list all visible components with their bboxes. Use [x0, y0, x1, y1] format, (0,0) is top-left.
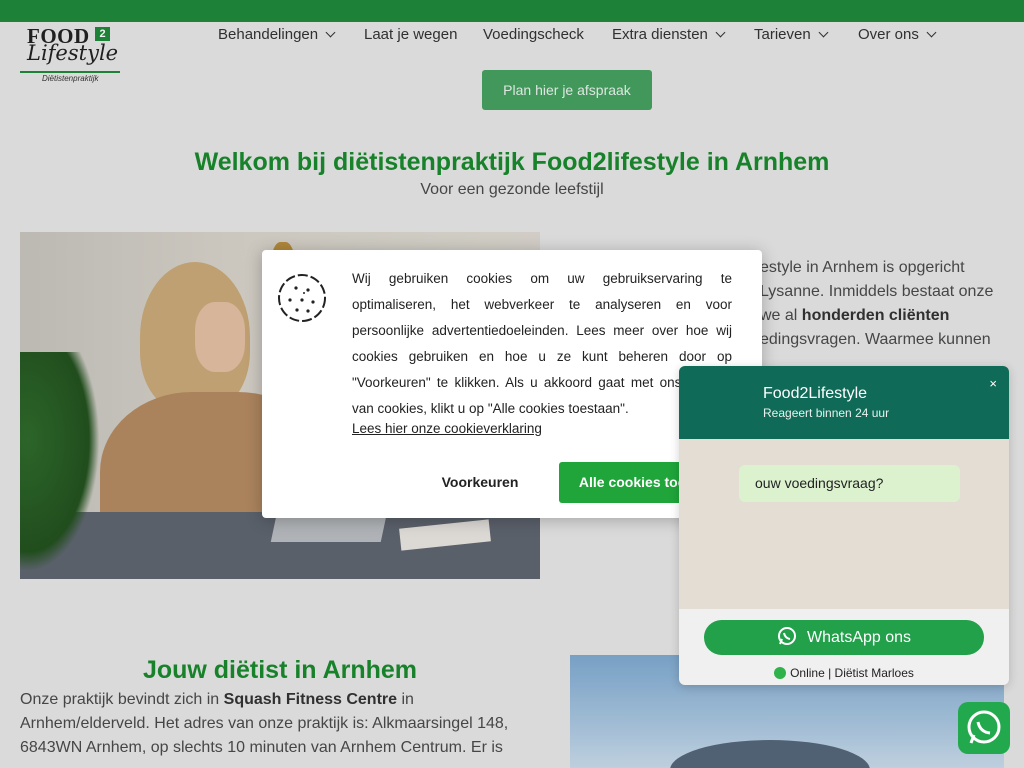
plan-appointment-button[interactable]: Plan hier je afspraak — [482, 70, 652, 110]
nav-behandelingen[interactable]: Behandelingen — [218, 26, 336, 43]
logo-underline — [20, 71, 120, 73]
chevron-down-icon — [818, 27, 829, 38]
section-paragraph: Onze praktijk bevindt zich in Squash Fit… — [20, 691, 509, 756]
nav-tarieven[interactable]: Tarieven — [754, 26, 829, 43]
page-subtitle: Voor een gezonde leefstijl — [420, 181, 604, 198]
logo-tagline: Diëtistenpraktijk — [42, 74, 99, 83]
section-title: Jouw diëtist in Arnhem — [142, 656, 418, 684]
chevron-down-icon — [325, 27, 336, 38]
whatsapp-message-bubble: ouw voedingsvraag? — [739, 465, 960, 502]
top-green-bar — [0, 0, 1024, 22]
whatsapp-chat-area: ouw voedingsvraag? — [679, 439, 1009, 609]
nav-laat-je-wegen[interactable]: Laat je wegen — [364, 26, 457, 43]
online-dot-icon — [774, 666, 787, 679]
main-navigation: Behandelingen Laat je wegen Voedingschec… — [0, 26, 1024, 46]
whatsapp-status: Online | Diëtist Marloes — [679, 666, 1009, 680]
whatsapp-icon — [777, 626, 796, 645]
chevron-down-icon — [715, 27, 726, 38]
cookie-policy-link[interactable]: Lees hier onze cookieverklaring — [352, 421, 542, 436]
close-icon[interactable]: × — [989, 376, 997, 391]
nav-extra-diensten[interactable]: Extra diensten — [612, 26, 726, 43]
cookie-icon — [278, 274, 326, 322]
nav-over-ons[interactable]: Over ons — [858, 26, 937, 43]
whatsapp-chat-widget: Food2Lifestyle Reageert binnen 24 uur × … — [679, 366, 1009, 685]
cookie-message: Wij gebruiken cookies om uw gebruikserva… — [352, 271, 732, 416]
whatsapp-header: Food2Lifestyle Reageert binnen 24 uur × — [679, 366, 1009, 439]
intro-paragraph: estyle in Arnhem is opgericht Lysanne. I… — [760, 259, 994, 348]
page-title: Welkom bij diëtistenpraktijk Food2lifest… — [194, 148, 830, 176]
whatsapp-contact-name: Food2Lifestyle — [763, 385, 868, 402]
preferences-button[interactable]: Voorkeuren — [427, 462, 533, 502]
whatsapp-us-button[interactable]: WhatsApp ons — [704, 620, 984, 655]
whatsapp-icon — [967, 710, 1001, 744]
whatsapp-floating-button[interactable] — [958, 702, 1010, 754]
nav-voedingscheck[interactable]: Voedingscheck — [483, 26, 584, 43]
whatsapp-response-time: Reageert binnen 24 uur — [763, 406, 890, 420]
plant-image — [20, 352, 100, 572]
chevron-down-icon — [926, 27, 937, 38]
